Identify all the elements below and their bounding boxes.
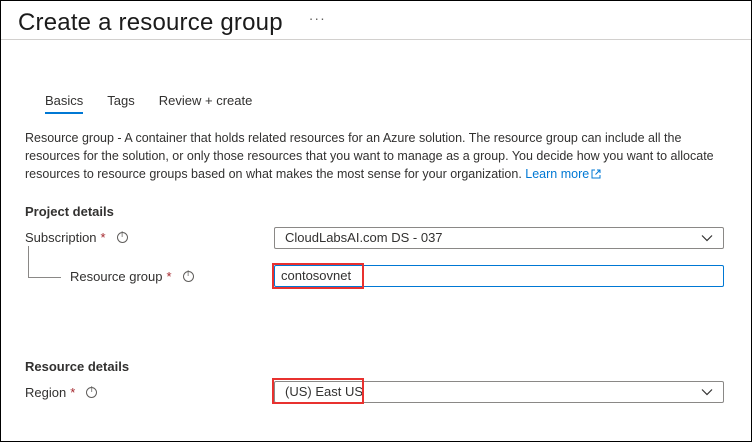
learn-more-label[interactable]: Learn more [525, 167, 589, 181]
more-icon[interactable]: ··· [309, 8, 326, 28]
page-title: Create a resource group [18, 9, 283, 36]
required-marker: * [70, 385, 76, 400]
region-value: (US) East US [285, 384, 364, 399]
title-row: Create a resource group ··· [18, 7, 326, 39]
resource-group-label-group: Resource group * [70, 269, 194, 284]
subscription-label: Subscription [25, 230, 97, 245]
chevron-down-icon [701, 389, 713, 396]
tab-tags[interactable]: Tags [99, 91, 142, 114]
tree-connector-horizontal [28, 277, 61, 278]
header-divider [1, 39, 751, 40]
region-label-group: Region * [25, 385, 98, 400]
tab-basics[interactable]: Basics [37, 91, 91, 114]
chevron-down-icon [701, 235, 713, 242]
region-label: Region [25, 385, 67, 400]
create-resource-group-blade: Create a resource group ··· Basics Tags … [0, 0, 752, 442]
tab-review-create[interactable]: Review + create [151, 91, 261, 114]
resource-group-input[interactable]: contosovnet [274, 265, 724, 287]
description: Resource group - A container that holds … [25, 129, 730, 183]
tree-connector-vertical [28, 246, 29, 277]
region-dropdown[interactable]: (US) East US [274, 381, 724, 403]
description-text: Resource group - A container that holds … [25, 131, 714, 181]
resource-group-value: contosovnet [281, 268, 352, 283]
tab-bar: Basics Tags Review + create [37, 91, 268, 114]
learn-more-link[interactable]: Learn more [525, 167, 601, 181]
resource-details-heading: Resource details [25, 359, 130, 374]
project-details-heading: Project details [25, 204, 114, 219]
subscription-label-group: Subscription * [25, 230, 128, 245]
resource-group-label: Resource group [70, 269, 163, 284]
info-icon[interactable] [86, 385, 98, 398]
info-icon[interactable] [116, 230, 128, 243]
subscription-value: CloudLabsAI.com DS - 037 [285, 230, 443, 245]
info-icon[interactable] [182, 269, 194, 282]
required-marker: * [166, 269, 172, 284]
required-marker: * [100, 230, 106, 245]
subscription-dropdown[interactable]: CloudLabsAI.com DS - 037 [274, 227, 724, 249]
external-link-icon [591, 169, 601, 179]
